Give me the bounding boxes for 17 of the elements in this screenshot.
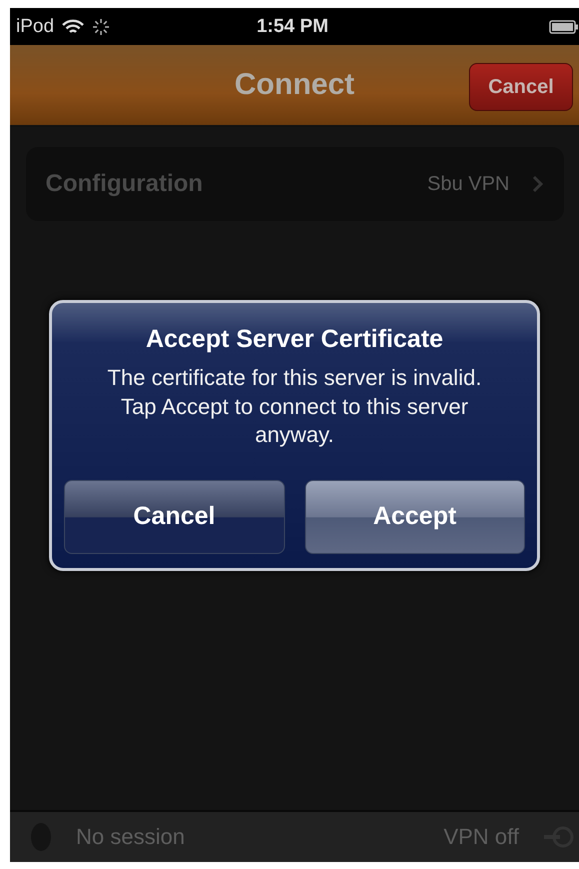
battery-icon [549,18,579,34]
wifi-icon [62,18,84,34]
carrier-name: iPod [16,16,54,38]
activity-spinner-icon [92,18,110,36]
session-status: No session [76,824,185,850]
nav-title: Connect [234,68,354,102]
configuration-row[interactable]: Configuration Sbu VPN [26,147,564,221]
alert-message: The certificate for this server is invalid. Tap Accept to connect to this server anyway. [106,364,483,450]
configuration-value: Sbu VPN [427,172,510,196]
vpn-status: VPN off [444,824,519,850]
clock-time: 1:54 PM [256,16,328,38]
cancel-button[interactable]: Cancel [469,63,573,111]
accept-button[interactable]: Accept [304,480,525,554]
cancel-button[interactable]: Cancel [64,480,284,554]
alert-title: Accept Server Certificate [146,325,444,354]
configuration-label: Configuration [46,170,203,198]
chevron-icon [532,175,544,193]
